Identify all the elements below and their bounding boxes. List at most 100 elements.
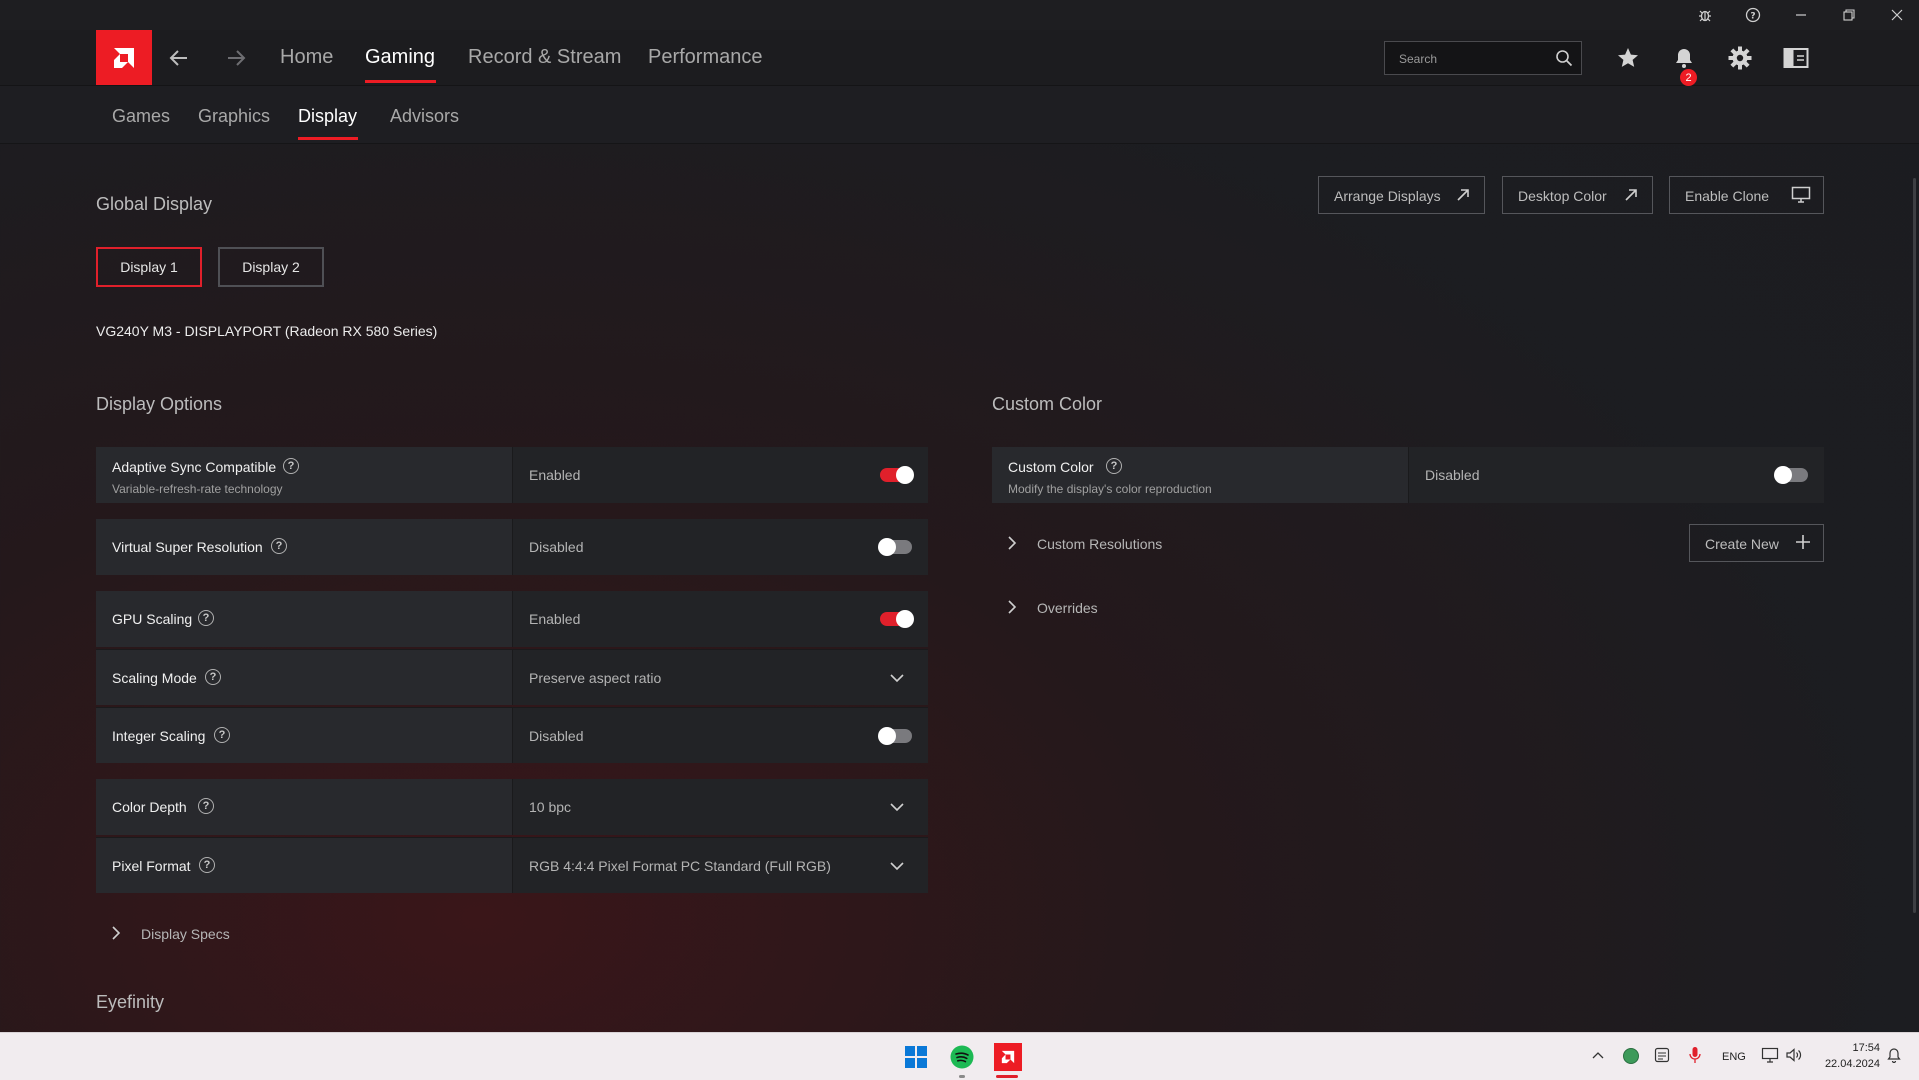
- adaptive-sync-toggle[interactable]: [880, 466, 914, 484]
- amd-software-icon[interactable]: [994, 1043, 1022, 1071]
- microphone-icon[interactable]: [1688, 1046, 1702, 1069]
- arrange-displays-label: Arrange Displays: [1334, 188, 1441, 204]
- external-arrow-icon: [1454, 186, 1472, 207]
- tab-games[interactable]: Games: [112, 106, 170, 127]
- clock-time[interactable]: 17:54: [1830, 1042, 1880, 1054]
- virtual-super-resolution-row: Virtual Super Resolution ? Disabled: [96, 519, 928, 575]
- integer-scaling-row: Integer Scaling ? Disabled: [96, 707, 928, 763]
- chevron-right-icon[interactable]: [1004, 535, 1020, 551]
- search-input[interactable]: [1397, 48, 1551, 70]
- clock-date[interactable]: 22.04.2024: [1815, 1058, 1880, 1070]
- integer-scaling-value: Disabled: [529, 728, 584, 744]
- svg-text:?: ?: [1750, 12, 1755, 22]
- nav-performance[interactable]: Performance: [648, 46, 763, 69]
- bug-icon[interactable]: [1682, 0, 1728, 30]
- chevron-right-icon[interactable]: [1004, 599, 1020, 615]
- nav-active-indicator: [365, 80, 436, 83]
- spotify-icon[interactable]: [950, 1045, 974, 1078]
- color-depth-label: Color Depth: [112, 799, 187, 815]
- enable-clone-label: Enable Clone: [1685, 188, 1770, 204]
- restore-icon[interactable]: [1826, 0, 1872, 30]
- chevron-up-icon[interactable]: [1592, 1049, 1604, 1067]
- help-icon[interactable]: ?: [1730, 0, 1776, 30]
- create-new-button[interactable]: Create New: [1689, 524, 1824, 562]
- sub-navigation: Games Graphics Display Advisors: [0, 86, 1919, 144]
- custom-color-row: Custom Color ? Modify the display's colo…: [992, 447, 1824, 503]
- adaptive-sync-value: Enabled: [529, 467, 581, 483]
- display-1-tab[interactable]: Display 1: [96, 247, 202, 287]
- help-icon[interactable]: ?: [198, 610, 214, 626]
- search-icon[interactable]: [1555, 49, 1573, 72]
- adaptive-sync-row: Adaptive Sync Compatible ? Variable-refr…: [96, 447, 928, 503]
- arrange-displays-button[interactable]: Arrange Displays: [1318, 176, 1485, 214]
- tab-graphics[interactable]: Graphics: [198, 106, 270, 127]
- gpu-scaling-label: GPU Scaling: [112, 611, 193, 627]
- language-indicator[interactable]: ENG: [1722, 1051, 1746, 1063]
- custom-color-title: Custom Color: [992, 394, 1103, 414]
- star-icon[interactable]: [1613, 43, 1643, 73]
- custom-color-description: Modify the display's color reproduction: [1008, 482, 1212, 496]
- help-icon[interactable]: ?: [199, 857, 215, 873]
- status-dot-icon[interactable]: [1623, 1048, 1639, 1064]
- amd-logo-icon[interactable]: [96, 30, 152, 85]
- enable-clone-button[interactable]: Enable Clone: [1669, 176, 1824, 214]
- arrow-left-icon[interactable]: [165, 44, 193, 72]
- gpu-scaling-toggle[interactable]: [880, 610, 914, 628]
- notification-center-icon[interactable]: [1886, 1047, 1902, 1068]
- help-icon[interactable]: ?: [271, 538, 287, 554]
- volume-icon[interactable]: [1785, 1047, 1803, 1068]
- scaling-mode-row: Scaling Mode ? Preserve aspect ratio: [96, 649, 928, 705]
- help-icon[interactable]: ?: [214, 727, 230, 743]
- monitor-icon: [1791, 186, 1811, 207]
- virtual-super-resolution-toggle[interactable]: [878, 538, 912, 556]
- help-icon[interactable]: ?: [198, 798, 214, 814]
- pixel-format-dropdown[interactable]: RGB 4:4:4 Pixel Format PC Standard (Full…: [529, 858, 831, 874]
- chevron-right-icon[interactable]: [108, 925, 124, 941]
- nav-gaming[interactable]: Gaming: [365, 46, 435, 69]
- overrides-expander[interactable]: Overrides: [1037, 600, 1098, 616]
- bell-icon[interactable]: [1669, 43, 1699, 73]
- virtual-super-resolution-label: Virtual Super Resolution: [112, 539, 263, 555]
- adaptive-sync-description: Variable-refresh-rate technology: [112, 482, 283, 496]
- network-icon[interactable]: [1761, 1047, 1779, 1068]
- chevron-down-icon[interactable]: [889, 858, 905, 874]
- help-icon[interactable]: ?: [283, 458, 299, 474]
- plus-icon: [1795, 534, 1811, 553]
- color-depth-dropdown[interactable]: 10 bpc: [529, 799, 571, 815]
- scrollbar[interactable]: [1913, 178, 1916, 913]
- arrow-right-icon[interactable]: [222, 44, 250, 72]
- notification-badge: 2: [1680, 69, 1697, 86]
- pixel-format-row: Pixel Format ? RGB 4:4:4 Pixel Format PC…: [96, 837, 928, 893]
- gpu-scaling-value: Enabled: [529, 611, 581, 627]
- custom-color-toggle[interactable]: [1774, 466, 1808, 484]
- help-icon[interactable]: ?: [1106, 458, 1122, 474]
- help-icon[interactable]: ?: [205, 669, 221, 685]
- scaling-mode-label: Scaling Mode: [112, 670, 197, 686]
- windows-taskbar: ENG 17:54 22.04.2024: [0, 1032, 1919, 1080]
- active-app-indicator: [996, 1075, 1018, 1078]
- tab-advisors[interactable]: Advisors: [390, 106, 459, 127]
- custom-resolutions-expander[interactable]: Custom Resolutions: [1037, 536, 1162, 552]
- tab-display[interactable]: Display: [298, 106, 357, 127]
- scaling-mode-dropdown[interactable]: Preserve aspect ratio: [529, 670, 661, 686]
- gpu-scaling-row: GPU Scaling ? Enabled: [96, 591, 928, 647]
- gear-icon[interactable]: [1725, 43, 1755, 73]
- close-icon[interactable]: [1874, 0, 1919, 30]
- sidebar-panel-icon[interactable]: [1781, 43, 1811, 73]
- chevron-down-icon[interactable]: [889, 670, 905, 686]
- display-2-tab[interactable]: Display 2: [218, 247, 324, 287]
- color-depth-row: Color Depth ? 10 bpc: [96, 779, 928, 835]
- custom-color-label: Custom Color: [1008, 459, 1094, 475]
- tray-app-icon[interactable]: [1654, 1047, 1670, 1068]
- integer-scaling-label: Integer Scaling: [112, 728, 206, 744]
- integer-scaling-toggle[interactable]: [878, 727, 912, 745]
- windows-start-icon[interactable]: [905, 1046, 927, 1073]
- minimize-icon[interactable]: [1778, 0, 1824, 30]
- create-new-label: Create New: [1705, 536, 1779, 552]
- chevron-down-icon[interactable]: [889, 799, 905, 815]
- desktop-color-button[interactable]: Desktop Color: [1502, 176, 1653, 214]
- title-bar: ?: [0, 0, 1919, 30]
- nav-record-stream[interactable]: Record & Stream: [468, 46, 621, 69]
- display-specs-expander[interactable]: Display Specs: [141, 926, 230, 942]
- nav-home[interactable]: Home: [280, 46, 333, 69]
